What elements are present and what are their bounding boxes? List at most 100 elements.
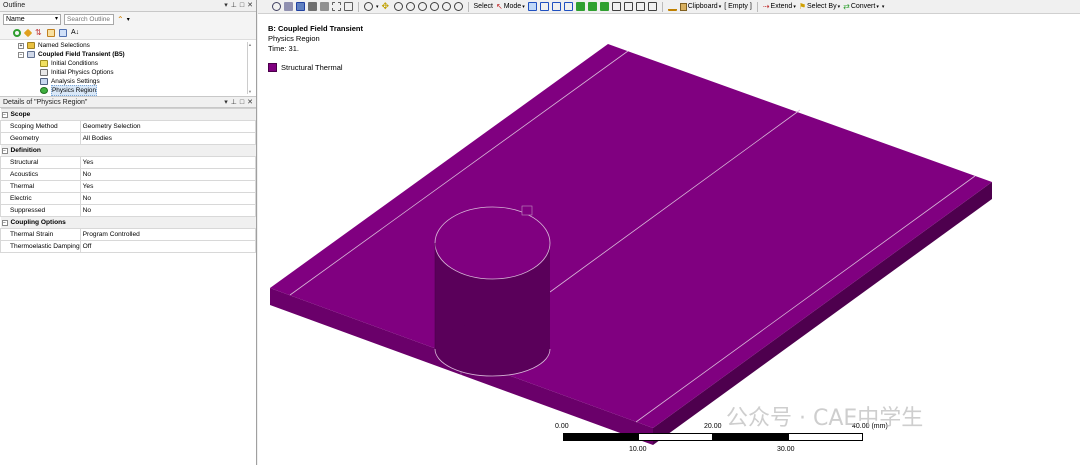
property-value[interactable]: No: [79, 168, 257, 181]
scale-label-10: 10.00: [629, 446, 647, 453]
view-shaded-icon[interactable]: [320, 2, 329, 11]
property-value[interactable]: Yes: [79, 180, 257, 193]
maximize-icon[interactable]: □: [240, 0, 244, 12]
dropdown-icon[interactable]: ▾: [224, 97, 228, 109]
details-section-header[interactable]: − Coupling Options: [0, 216, 256, 229]
comment-icon[interactable]: [635, 2, 645, 11]
expand-icon[interactable]: +: [18, 42, 24, 49]
property-value[interactable]: All Bodies: [79, 132, 257, 145]
clipboard-button[interactable]: Clipboard ▾: [679, 2, 721, 11]
close-icon[interactable]: ✕: [247, 0, 253, 12]
select-vertex-icon[interactable]: [527, 2, 537, 11]
collapse-section-icon[interactable]: −: [1, 112, 8, 118]
close-icon[interactable]: ✕: [247, 97, 253, 109]
dropdown-arrow-icon[interactable]: ▾: [376, 4, 379, 10]
select-points-icon[interactable]: [332, 2, 341, 11]
tree-item-analysis-settings[interactable]: Analysis Settings: [0, 77, 256, 86]
convert-button[interactable]: ⇄ Convert ▾: [843, 2, 879, 11]
plate-top-face[interactable]: [270, 44, 992, 428]
pin-icon[interactable]: ⊥: [231, 0, 237, 12]
collapse-section-icon[interactable]: −: [1, 148, 8, 154]
mode-button[interactable]: ↖ Mode ▾: [496, 2, 525, 11]
tree-item-coupled-field-transient[interactable]: − Coupled Field Transient (B5): [0, 50, 256, 59]
property-value[interactable]: Program Controlled: [79, 228, 257, 241]
select-edges-icon[interactable]: [344, 2, 353, 11]
property-value[interactable]: Off: [79, 240, 257, 253]
view-solid-icon[interactable]: [308, 2, 317, 11]
pin-icon[interactable]: ⊥: [231, 97, 237, 109]
label-icon[interactable]: [647, 2, 657, 11]
zoom-fit-icon[interactable]: [417, 2, 427, 11]
zoom-in-icon[interactable]: [429, 2, 439, 11]
view-cube-icon[interactable]: [296, 2, 305, 11]
details-section-header[interactable]: − Definition: [0, 144, 256, 157]
zoom-box-icon[interactable]: [405, 2, 415, 11]
convert-icon: ⇄: [843, 2, 850, 11]
select-body-filter-icon[interactable]: [563, 2, 573, 11]
graphics-viewport[interactable]: B: Coupled Field Transient Physics Regio…: [258, 15, 1080, 465]
model-geometry[interactable]: [258, 15, 1080, 465]
object-name: Physics Region: [268, 34, 320, 43]
tree-item-physics-region[interactable]: Physics Region: [0, 85, 256, 96]
toolbar-separator: [358, 1, 359, 12]
alpha-sort-icon[interactable]: A↓: [71, 29, 81, 37]
property-value[interactable]: No: [79, 204, 257, 217]
maximize-icon[interactable]: □: [240, 97, 244, 109]
pan-icon[interactable]: ✥: [382, 2, 391, 11]
zoom-search-icon[interactable]: [272, 2, 281, 11]
toolbar-overflow-icon[interactable]: ▾: [882, 4, 885, 10]
tree-item-initial-physics-options[interactable]: Initial Physics Options: [0, 68, 256, 77]
search-outline-input[interactable]: [64, 13, 114, 25]
select-mesh-icon[interactable]: [611, 2, 621, 11]
select-face-icon[interactable]: [551, 2, 561, 11]
details-property-row[interactable]: Thermoelastic Damping Off: [0, 240, 257, 253]
zoom-icon[interactable]: [393, 2, 403, 11]
name-filter-select[interactable]: Name: [3, 13, 61, 25]
select-by-icon: ⚑: [798, 2, 807, 11]
select-body-icon[interactable]: [284, 2, 293, 11]
details-window-controls: ▾ ⊥ □ ✕: [224, 97, 253, 109]
details-property-row[interactable]: Geometry All Bodies: [0, 132, 257, 145]
details-property-row[interactable]: Acoustics No: [0, 168, 257, 181]
extend-button[interactable]: ⇢ Extend ▾: [763, 2, 796, 11]
property-value[interactable]: No: [79, 192, 257, 205]
select-by-button[interactable]: ⚑ Select By ▾: [799, 2, 840, 11]
details-property-row[interactable]: Structural Yes: [0, 156, 257, 169]
dropdown-arrow-icon[interactable]: ▾: [127, 16, 130, 23]
cylinder-top-face[interactable]: [434, 206, 551, 280]
sort-icon[interactable]: ⇅: [35, 28, 43, 37]
tree-item-initial-conditions[interactable]: Initial Conditions: [0, 59, 256, 68]
dropdown-icon[interactable]: ▾: [224, 0, 228, 12]
select-element-face-icon[interactable]: [599, 2, 609, 11]
ruler-icon[interactable]: [667, 2, 677, 11]
details-property-row[interactable]: Electric No: [0, 192, 257, 205]
triad-marker[interactable]: [521, 205, 533, 216]
collapse-tree-icon[interactable]: −: [18, 51, 24, 58]
tree-item-named-selections[interactable]: + Named Selections: [0, 41, 256, 50]
select-element-icon[interactable]: [587, 2, 597, 11]
details-panel-title: Details of "Physics Region" ▾ ⊥ □ ✕: [0, 96, 256, 108]
select-edge-icon[interactable]: [539, 2, 549, 11]
select-button[interactable]: Select: [474, 3, 493, 10]
details-section-header[interactable]: − Scope: [0, 108, 256, 121]
select-node-icon[interactable]: [575, 2, 585, 11]
refresh-icon[interactable]: [13, 28, 21, 37]
collapse-icon[interactable]: [59, 28, 67, 37]
scale-segment-4: [788, 433, 863, 441]
details-property-row[interactable]: Scoping Method Geometry Selection: [0, 120, 257, 133]
rotate-icon[interactable]: [364, 2, 373, 11]
magnifier-icon[interactable]: [453, 2, 463, 11]
property-value[interactable]: Geometry Selection: [79, 120, 257, 133]
tag-icon[interactable]: [23, 28, 33, 37]
collapse-section-icon[interactable]: −: [1, 220, 8, 226]
expand-all-icon[interactable]: [47, 28, 55, 37]
chevron-up-icon[interactable]: ⌃: [117, 15, 124, 24]
zoom-out-icon[interactable]: [441, 2, 451, 11]
details-property-row[interactable]: Thermal Yes: [0, 180, 257, 193]
property-value[interactable]: Yes: [79, 156, 257, 169]
tree-scrollbar[interactable]: [247, 42, 253, 94]
annotation-icon[interactable]: [623, 2, 633, 11]
details-property-row[interactable]: Thermal Strain Program Controlled: [0, 228, 257, 241]
section-title: Definition: [10, 147, 41, 154]
details-property-row[interactable]: Suppressed No: [0, 204, 257, 217]
